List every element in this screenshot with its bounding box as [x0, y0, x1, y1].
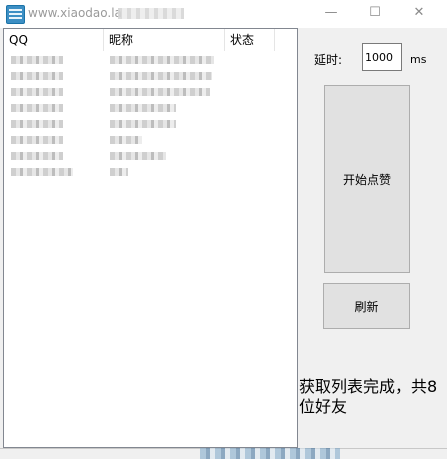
qq-cell: [11, 152, 63, 160]
delay-input[interactable]: [362, 43, 402, 71]
background-window-fragment: [200, 448, 340, 459]
minimize-button[interactable]: —: [318, 4, 344, 22]
nickname-cell: [110, 104, 176, 112]
start-like-button[interactable]: 开始点赞: [324, 85, 410, 273]
table-row[interactable]: [4, 148, 297, 164]
delay-label: 延时:: [314, 53, 343, 67]
nickname-cell: [110, 72, 212, 80]
nickname-cell: [110, 168, 128, 176]
friend-list[interactable]: QQ 昵称 状态: [3, 28, 298, 448]
table-row[interactable]: [4, 68, 297, 84]
nickname-cell: [110, 56, 214, 64]
table-row[interactable]: [4, 116, 297, 132]
list-header: QQ 昵称 状态: [4, 29, 297, 51]
nickname-cell: [110, 120, 176, 128]
qq-cell: [11, 104, 63, 112]
main-window: www.xiaodao.la — ☐ ✕ QQ 昵称 状态 延时: 1000 m…: [0, 0, 447, 459]
status-message: 获取列表完成，共8位好友: [299, 377, 438, 416]
refresh-button[interactable]: 刷新: [323, 283, 410, 329]
nickname-cell: [110, 136, 142, 144]
qq-cell: [11, 88, 63, 96]
maximize-button[interactable]: ☐: [362, 4, 388, 22]
title-redacted: [118, 8, 184, 19]
qq-cell: [11, 136, 63, 144]
close-button[interactable]: ✕: [406, 4, 432, 22]
window-title: www.xiaodao.la: [28, 6, 122, 20]
qq-cell: [11, 72, 63, 80]
table-row[interactable]: [4, 164, 297, 180]
column-header-nickname[interactable]: 昵称: [104, 29, 225, 51]
nickname-cell: [110, 152, 166, 160]
nickname-cell: [110, 88, 210, 96]
column-header-qq[interactable]: QQ: [4, 29, 104, 51]
app-logo-icon: [6, 5, 25, 24]
table-row[interactable]: [4, 132, 297, 148]
qq-cell: [11, 56, 63, 64]
qq-cell: [11, 120, 63, 128]
qq-cell: [11, 168, 73, 176]
column-header-status[interactable]: 状态: [225, 29, 275, 51]
delay-unit: ms: [410, 53, 427, 66]
table-row[interactable]: [4, 84, 297, 100]
table-row[interactable]: [4, 100, 297, 116]
title-bar[interactable]: www.xiaodao.la — ☐ ✕: [0, 0, 447, 28]
table-row[interactable]: [4, 52, 297, 68]
